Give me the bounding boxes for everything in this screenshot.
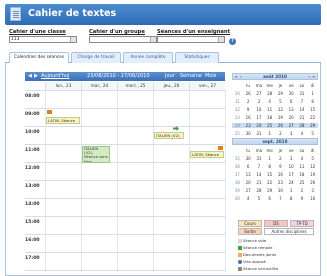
grid-line: [225, 90, 226, 272]
hour-line: [25, 126, 225, 127]
class-filter-label: Cahier d'une classe: [9, 29, 66, 35]
attachment-icon: [238, 253, 242, 257]
hour-line: [25, 108, 225, 109]
week-row[interactable]: 40 4 5 6 7 8 9 10: [232, 194, 318, 202]
week-row[interactable]: 35 30 31 1 2 3 4 5: [232, 154, 318, 162]
minical-aug-title: août 2010: [263, 74, 287, 79]
hour-line: [25, 90, 225, 91]
calendar-event[interactable]: LATIN, Séance: [190, 151, 224, 158]
week-row[interactable]: 37 13 14 15 16 17 18 19: [232, 170, 318, 178]
week-row[interactable]: 31 2 3 4 5 6 7 8: [232, 97, 318, 105]
legend-chip-ds[interactable]: DS: [264, 220, 288, 227]
teacher-select[interactable]: [157, 36, 225, 43]
weekday-row: lu ma me je ve sa di: [246, 82, 315, 88]
legend-item: Séance remplie: [238, 245, 272, 250]
group-filter-label: Cahier d'un groupe: [89, 29, 145, 35]
weekday-row: lu ma me je ve sa di: [246, 147, 315, 153]
hour-label: 10:00: [25, 130, 40, 135]
hour-label: 09:00: [25, 112, 40, 117]
minical-aug-grid: lu ma me je ve sa di 30 26 27 28 29 30 31 1 31 2 3 4 5 6 7 8…: [232, 81, 318, 137]
week-row[interactable]: 36 6 7 8 9 10 11 12: [232, 162, 318, 170]
hour-label: 14:00: [25, 202, 40, 207]
week-row[interactable]: 39 27 28 29 30 1 2 3: [232, 186, 318, 194]
day-header: ven., 27: [189, 82, 225, 90]
hour-line: [25, 180, 225, 181]
date-range: 23/08/2010 - 27/08/2010: [87, 73, 150, 79]
week-row-selected[interactable]: 34 23 24 25 26 27 28 29: [232, 121, 318, 129]
hour-label: 12:00: [25, 166, 40, 171]
calendar-event[interactable]: LATIN, Séance: [46, 117, 80, 124]
hour-line: [25, 162, 225, 163]
view-month-button[interactable]: Mois: [205, 73, 216, 79]
next-arrow-icon[interactable]: ▶: [34, 73, 38, 79]
hour-line: [25, 216, 225, 217]
hour-label: 08:00: [25, 94, 40, 99]
legend-item: Séance verrouillée: [238, 266, 278, 271]
grid-line: [189, 90, 190, 272]
next-icon[interactable]: ›: [308, 74, 310, 80]
legend-item: Documents joints: [238, 252, 276, 257]
prev-month-icon[interactable]: «: [235, 74, 238, 80]
hour-line: [25, 198, 225, 199]
empty-session-icon: [238, 239, 242, 243]
week-row[interactable]: 35 30 31 1 2 3 4 5: [232, 129, 318, 137]
day-header: lun., 23: [45, 82, 81, 90]
class-select[interactable]: 113: [9, 36, 77, 43]
prev-icon[interactable]: ‹: [240, 74, 242, 80]
minical-sep-title: sept. 2010: [262, 139, 288, 144]
calendar-event[interactable]: ITALIEN (V2), S: [154, 132, 184, 139]
calendar-toolbar: ◀ ▶ Aujourd'hui 23/08/2010 - 27/08/2010 …: [25, 72, 225, 81]
grid-line: [153, 90, 154, 272]
hour-label: 13:00: [25, 184, 40, 189]
grid-line: [81, 90, 82, 272]
teacher-filter-label: Séances d'un enseignant: [157, 29, 231, 35]
flag-icon: [218, 146, 223, 150]
hour-line: [25, 252, 225, 253]
hour-label: 16:00: [25, 238, 40, 243]
view-day-button[interactable]: Jour: [165, 73, 175, 79]
help-icon[interactable]: ?: [229, 38, 236, 45]
lock-icon: [238, 267, 242, 271]
day-header: merc., 25: [117, 82, 153, 90]
week-row[interactable]: 38 20 21 22 23 24 25 26: [232, 178, 318, 186]
visa-icon: [238, 260, 242, 264]
tab-full-year[interactable]: Année complète: [123, 52, 173, 63]
week-row[interactable]: 33 16 17 18 19 20 21 22: [232, 113, 318, 121]
day-header: jeu., 26: [153, 82, 189, 90]
today-link[interactable]: Aujourd'hui: [41, 73, 69, 79]
legend-item: Séance vide: [238, 238, 266, 243]
grid-line: [117, 90, 118, 272]
minical-sep-header: sept. 2010: [232, 138, 318, 145]
flag-icon: [47, 110, 52, 114]
legend-chip-sortie[interactable]: Sortie: [238, 228, 262, 235]
day-header: mar., 24: [81, 82, 117, 90]
week-row[interactable]: 30 26 27 28 29 30 31 1: [232, 89, 318, 97]
filled-session-icon: [238, 246, 242, 250]
hour-line: [25, 144, 225, 145]
legend-chip-tptd[interactable]: TP-TD: [290, 220, 314, 227]
next-month-icon[interactable]: »: [312, 74, 315, 80]
notebook-icon: [10, 7, 21, 21]
legend-chip-other[interactable]: Autres disciplines: [264, 228, 314, 235]
calendar-event[interactable]: ITALIEN (V2), Séance sans titre: [82, 146, 110, 163]
view-week-button[interactable]: Semaine: [180, 73, 202, 79]
tab-statistics[interactable]: Statistiques: [175, 52, 219, 63]
hour-line: [25, 270, 225, 271]
hour-label: 11:00: [25, 148, 40, 153]
group-select[interactable]: [89, 36, 157, 43]
hour-label: 17:00: [25, 256, 40, 261]
legend-item: Visa apposé: [238, 259, 266, 264]
minical-aug-header: « ‹ août 2010 › »: [232, 73, 318, 80]
minical-sep-grid: lu ma me je ve sa di 35 30 31 1 2 3 4 5 36 6 7 8 9 10 11 12 …: [232, 146, 318, 202]
app-title: Cahier de textes: [28, 8, 117, 19]
hour-label: 15:00: [25, 220, 40, 225]
hour-line: [25, 234, 225, 235]
tab-workload[interactable]: Charge de travail: [71, 52, 121, 63]
week-row[interactable]: 32 9 10 11 12 13 14 15: [232, 105, 318, 113]
legend-chip-cours[interactable]: Cours: [238, 220, 262, 227]
prev-arrow-icon[interactable]: ◀: [28, 73, 32, 79]
